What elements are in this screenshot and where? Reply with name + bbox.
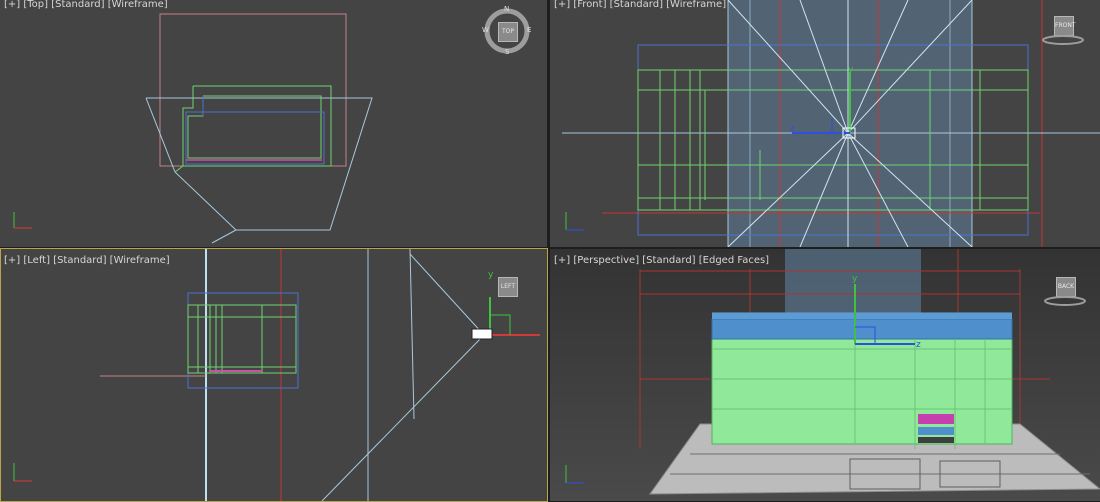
orbit-ring-icon	[1042, 35, 1084, 45]
persp-gizmo-y-label: y	[852, 274, 858, 284]
left-gizmo-y-label: y	[488, 270, 494, 280]
persp-gizmo-z-label: z	[916, 340, 921, 350]
viewport-perspective[interactable]: y z [+] [Perspective] [Standard] [Edged …	[550, 249, 1100, 501]
viewport-perspective-shading-menu[interactable]: [Edged Faces]	[699, 255, 769, 266]
viewport-front-view-menu[interactable]: [Front]	[573, 0, 606, 10]
viewport-left-shading-menu[interactable]: [Wireframe]	[110, 255, 170, 266]
viewcube-top[interactable]: TOP N S E W	[482, 5, 532, 56]
perspective-scene: y z	[550, 249, 1100, 501]
viewport-perspective-plus-menu[interactable]: [+]	[554, 255, 570, 266]
viewport-left-label[interactable]: [+] [Left] [Standard] [Wireframe]	[4, 254, 170, 268]
viewport-perspective-mode-menu[interactable]: [Standard]	[642, 255, 695, 266]
top-scene	[13, 13, 373, 244]
viewcube-top-face[interactable]: TOP	[498, 22, 518, 42]
viewport-perspective-view-menu[interactable]: [Perspective]	[573, 255, 639, 266]
front-gizmo-z-label: z	[790, 124, 795, 134]
viewport-top-shading-menu[interactable]: [Wireframe]	[108, 0, 168, 10]
compass-w: W	[482, 26, 489, 34]
viewport-left[interactable]: y [+] [Left] [Standard] [Wireframe] LEFT	[0, 249, 547, 501]
viewport-perspective-label[interactable]: [+] [Perspective] [Standard] [Edged Face…	[554, 254, 769, 268]
front-gizmo-y-label: y	[848, 65, 854, 75]
camera-icon	[471, 328, 493, 340]
left-scene: y	[13, 249, 540, 501]
compass-s: S	[505, 48, 510, 56]
compass-e: E	[527, 26, 532, 34]
orbit-ring-icon	[1044, 296, 1086, 306]
front-scene: y z	[562, 0, 1100, 247]
viewcube-left[interactable]: LEFT	[498, 277, 520, 299]
viewport-front[interactable]: y z [+] [Front] [Standard] [Wireframe] F…	[550, 0, 1100, 247]
viewport-top-label[interactable]: [+] [Top] [Standard] [Wireframe]	[4, 0, 168, 12]
viewport-top-view-menu[interactable]: [Top]	[23, 0, 48, 10]
viewport-left-view-menu[interactable]: [Left]	[23, 255, 50, 266]
viewport-front-plus-menu[interactable]: [+]	[554, 0, 570, 10]
viewport-top-mode-menu[interactable]: [Standard]	[51, 0, 104, 10]
viewport-left-mode-menu[interactable]: [Standard]	[53, 255, 106, 266]
viewport-front-mode-menu[interactable]: [Standard]	[610, 0, 663, 10]
viewport-front-shading-menu[interactable]: [Wireframe]	[666, 0, 726, 10]
viewcube-left-face[interactable]: LEFT	[498, 277, 518, 297]
viewport-top[interactable]: [+] [Top] [Standard] [Wireframe] TOP N S…	[0, 0, 547, 247]
viewcube-front[interactable]: FRONT	[1038, 16, 1088, 46]
viewcube-perspective[interactable]: BACK	[1040, 277, 1090, 307]
viewport-top-plus-menu[interactable]: [+]	[4, 0, 20, 10]
viewport-left-plus-menu[interactable]: [+]	[4, 255, 20, 266]
compass-n: N	[504, 5, 510, 13]
viewport-front-label[interactable]: [+] [Front] [Standard] [Wireframe]	[554, 0, 726, 12]
